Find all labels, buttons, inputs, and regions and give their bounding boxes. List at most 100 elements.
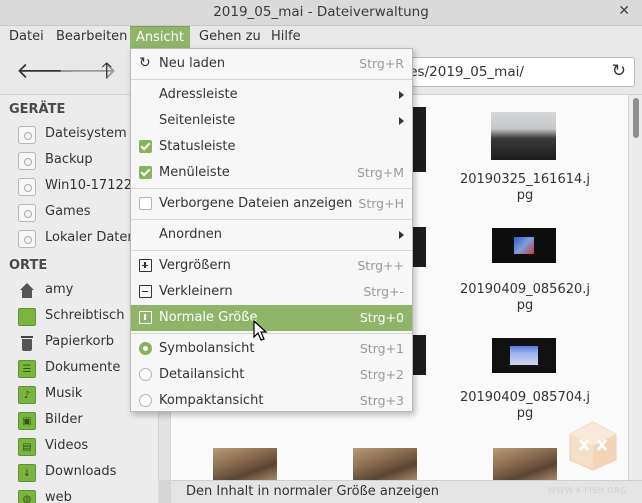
menu-item-label: Vergrößern	[159, 258, 231, 273]
menu-item-shortcut: Strg+H	[358, 196, 404, 211]
checkbox-checked-icon	[139, 166, 152, 179]
menu-item-shortcut: Strg+0	[359, 310, 404, 325]
title-bar: 2019_05_mai - Dateiverwaltung ✕	[0, 0, 642, 26]
menu-item-label: Symbolansicht	[159, 341, 255, 356]
checkbox-unchecked-icon	[139, 197, 152, 210]
mouse-cursor-icon	[253, 320, 268, 341]
address-bar[interactable]: res/2019_05_mai/ ↻	[395, 57, 635, 87]
documents-folder-icon: ☰	[18, 360, 36, 378]
trash-icon	[18, 334, 36, 352]
drive-icon	[18, 178, 36, 196]
file-view-scrollbar-thumb[interactable]	[633, 98, 639, 138]
menu-item-normale-groesse[interactable]: Normale Größe Strg+0	[131, 305, 412, 331]
sidebar-item-label: Schreibtisch	[45, 308, 125, 323]
sidebar-item-label: Win10-171222	[45, 178, 141, 193]
menu-item-label: Adressleiste	[159, 87, 238, 102]
drive-icon	[18, 230, 36, 248]
file-thumbnail	[492, 228, 556, 263]
menu-item-label: Statusleiste	[159, 139, 236, 154]
watermark: WWW.X-FISH.ORG	[548, 420, 634, 495]
menu-item-label: Seitenleiste	[159, 113, 236, 128]
file-thumbnail[interactable]	[213, 448, 277, 480]
menu-item-shortcut: Strg+3	[359, 393, 404, 408]
file-item[interactable]: 20190409_085620.j pg	[455, 228, 595, 348]
menu-hilfe[interactable]: Hilfe	[271, 26, 301, 49]
sidebar-item-label: web	[45, 490, 72, 503]
radio-selected-icon	[139, 342, 152, 355]
menu-item-label: Neu laden	[159, 56, 226, 71]
menu-item-label: Menüleiste	[159, 165, 230, 180]
file-name: 20190325_161614.j	[459, 172, 591, 187]
file-thumbnail[interactable]	[353, 448, 417, 480]
menu-item-symbolansicht[interactable]: Symbolansicht Strg+1	[131, 336, 412, 362]
menu-item-adressleiste[interactable]: Adressleiste	[131, 82, 412, 108]
sidebar-item-label: Dateisystem	[45, 126, 127, 141]
up-arrow-icon[interactable]: 🡑	[101, 61, 112, 83]
file-name: 20190409_085620.j	[459, 282, 591, 297]
menu-datei[interactable]: Datei	[9, 26, 44, 49]
ansicht-menu: ↻ Neu laden Strg+R Adressleiste Seitenle…	[130, 48, 413, 412]
radio-unselected-icon	[139, 368, 152, 381]
close-icon[interactable]: ✕	[618, 3, 630, 19]
menu-item-seitenleiste[interactable]: Seitenleiste	[131, 108, 412, 134]
submenu-arrow-icon	[399, 117, 404, 125]
menu-item-shortcut: Strg++	[357, 258, 404, 273]
menu-separator	[131, 333, 412, 334]
sidebar-item-label: amy	[45, 282, 74, 297]
file-item[interactable]: 20190325_161614.j pg	[455, 112, 595, 232]
watermark-logo-icon	[569, 421, 617, 471]
web-folder-icon: ◍	[18, 490, 36, 503]
menu-item-verborgene-dateien[interactable]: Verborgene Dateien anzeigen Strg+H	[131, 191, 412, 217]
reload-icon: ↻	[139, 55, 151, 71]
devices-heading: GERÄTE	[9, 102, 66, 117]
drive-icon	[18, 152, 36, 170]
menu-separator	[131, 219, 412, 220]
checkbox-checked-icon	[139, 140, 152, 153]
submenu-arrow-icon	[399, 231, 404, 239]
menu-item-label: Anordnen	[159, 227, 222, 242]
menu-item-vergroessern[interactable]: Vergrößern Strg++	[131, 253, 412, 279]
status-text: Den Inhalt in normaler Größe anzeigen	[186, 484, 440, 499]
submenu-arrow-icon	[399, 91, 404, 99]
menu-item-shortcut: Strg+2	[359, 367, 404, 382]
menu-gehen-zu[interactable]: Gehen zu	[199, 26, 261, 49]
menu-item-menueleiste[interactable]: Menüleiste Strg+M	[131, 160, 412, 186]
pictures-folder-icon: ▣	[18, 412, 36, 430]
sidebar-item-label: Bilder	[45, 412, 83, 427]
file-name-ext: pg	[516, 188, 534, 203]
desktop-folder-icon	[18, 308, 36, 326]
menu-item-anordnen[interactable]: Anordnen	[131, 222, 412, 248]
menu-separator	[131, 188, 412, 189]
menu-item-statusleiste[interactable]: Statusleiste	[131, 134, 412, 160]
sidebar-item-label: Backup	[45, 152, 93, 167]
menu-bearbeiten[interactable]: Bearbeiten	[56, 26, 127, 49]
menu-item-detailansicht[interactable]: Detailansicht Strg+2	[131, 362, 412, 388]
menu-item-neu-laden[interactable]: ↻ Neu laden Strg+R	[131, 51, 412, 77]
file-name: 20190409_085704.j	[459, 390, 591, 405]
menu-bar: Datei Bearbeiten Ansicht Gehen zu Hilfe	[0, 26, 642, 49]
menu-item-kompaktansicht[interactable]: Kompaktansicht Strg+3	[131, 388, 412, 414]
drive-icon	[18, 204, 36, 222]
address-text[interactable]: res/2019_05_mai/	[404, 64, 524, 80]
sidebar-item-label: Musik	[45, 386, 83, 401]
reload-icon[interactable]: ↻	[612, 61, 626, 81]
sidebar-item-label: Games	[45, 204, 91, 219]
zoom-reset-icon	[139, 311, 152, 324]
menu-item-label: Verborgene Dateien anzeigen	[159, 196, 353, 211]
menu-ansicht[interactable]: Ansicht	[130, 26, 190, 49]
file-name-ext: pg	[516, 298, 534, 313]
places-heading: ORTE	[9, 258, 48, 273]
music-folder-icon: ♪	[18, 386, 36, 404]
window-title: 2019_05_mai - Dateiverwaltung	[213, 4, 429, 20]
menu-separator	[131, 79, 412, 80]
menu-item-shortcut: Strg+R	[359, 56, 404, 71]
watermark-text: WWW.X-FISH.ORG	[548, 486, 627, 495]
menu-item-verkleinern[interactable]: Verkleinern Strg+-	[131, 279, 412, 305]
file-thumbnail	[492, 338, 556, 373]
sidebar-item-label: Videos	[45, 438, 89, 453]
zoom-out-icon	[139, 285, 152, 298]
menu-item-label: Detailansicht	[159, 367, 245, 382]
menu-item-label: Kompaktansicht	[159, 393, 264, 408]
menu-separator	[131, 250, 412, 251]
zoom-in-icon	[139, 259, 152, 272]
